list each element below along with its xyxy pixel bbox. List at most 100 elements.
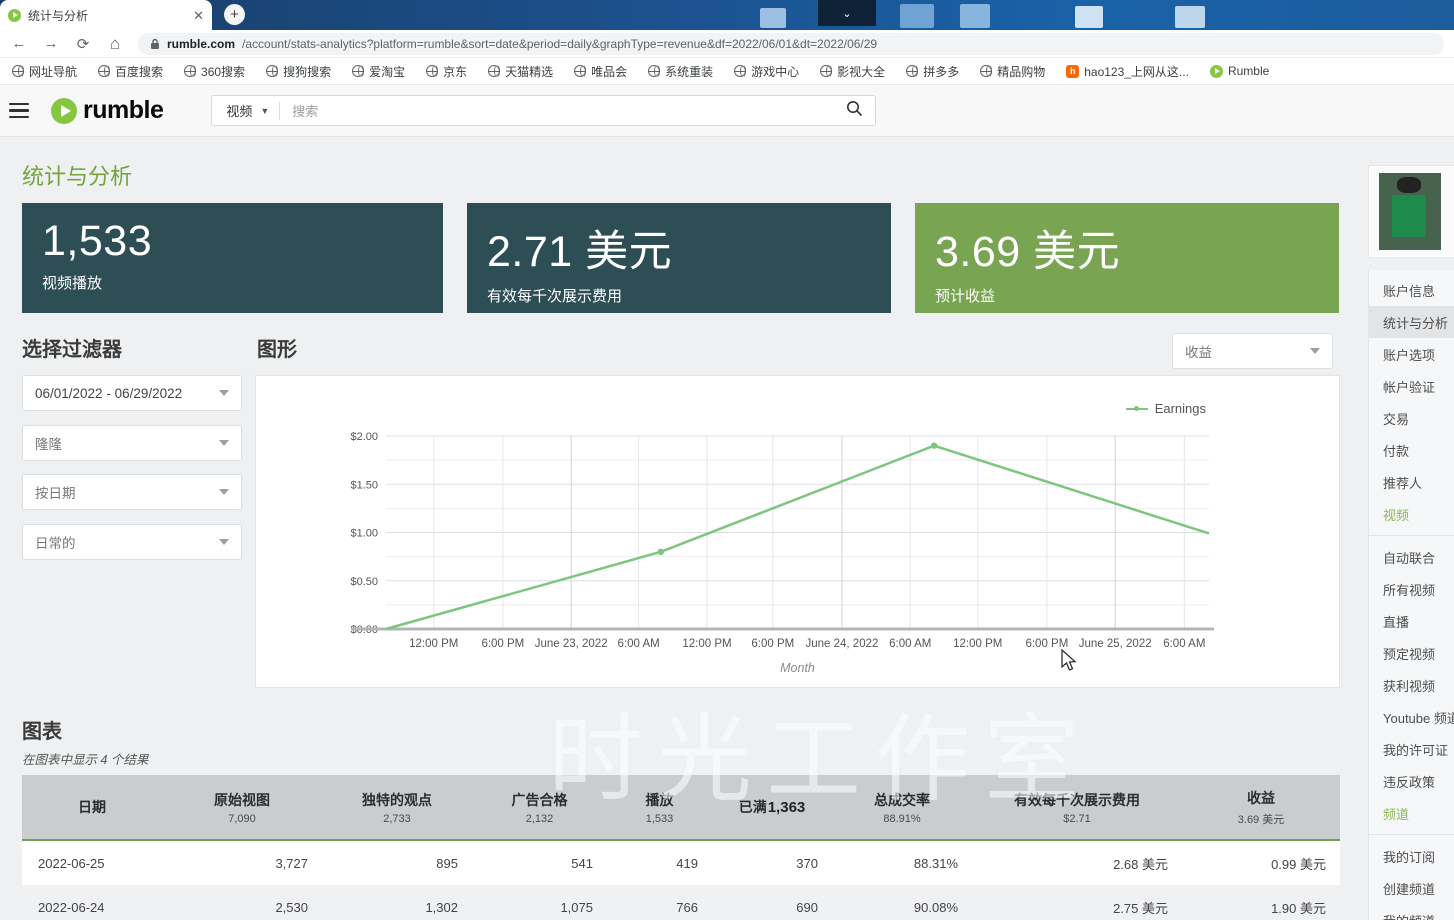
stat-label: 有效每千次展示费用 (487, 285, 871, 306)
table-cell: 3,727 (162, 841, 322, 885)
bookmark-label: 精品购物 (997, 63, 1045, 80)
hamburger-menu-icon[interactable] (9, 103, 29, 119)
svg-text:6:00 AM: 6:00 AM (889, 638, 931, 650)
chart-legend: Earnings (1126, 401, 1206, 416)
rumble-icon (1210, 65, 1223, 78)
sidebar-item[interactable]: 创建频道 (1369, 872, 1454, 904)
bookmark-item[interactable]: hhao123_上网从这... (1066, 63, 1189, 80)
rumble-logo[interactable]: rumble (51, 96, 163, 125)
stat-card: 3.69 美元预计收益 (915, 203, 1339, 313)
search-input[interactable]: 搜索 (280, 101, 846, 120)
bookmark-item[interactable]: 爱淘宝 (352, 63, 405, 80)
url-path: /account/stats-analytics?platform=rumble… (242, 37, 877, 51)
sidebar-item[interactable]: 帐户验证 (1369, 370, 1454, 402)
sort-dropdown[interactable]: 按日期 (22, 474, 242, 510)
column-header[interactable]: 独特的观点2,733 (322, 775, 472, 839)
sidebar-item[interactable]: 预定视频 (1369, 637, 1454, 669)
column-header[interactable]: 播放1,533 (607, 775, 712, 839)
overlay-panel[interactable]: ⌄ (818, 0, 876, 26)
bookmark-item[interactable]: 天猫精选 (488, 63, 553, 80)
home-icon[interactable]: ⌂ (106, 34, 124, 54)
svg-text:June 25, 2022: June 25, 2022 (1079, 638, 1152, 650)
sidebar-divider (1369, 834, 1454, 835)
bookmark-item[interactable]: 游戏中心 (734, 63, 799, 80)
globe-icon (648, 65, 660, 77)
stat-value: 1,533 (42, 217, 423, 266)
bookmark-item[interactable]: 系统重装 (648, 63, 713, 80)
legend-label: Earnings (1155, 401, 1206, 416)
chevron-down-icon (219, 489, 229, 495)
sidebar-item[interactable]: 视频 (1369, 498, 1454, 530)
search-icon[interactable] (846, 100, 863, 122)
column-total: 1,533 (646, 813, 674, 825)
bookmark-item[interactable]: 360搜索 (184, 63, 245, 80)
bookmark-item[interactable]: 百度搜索 (98, 63, 163, 80)
sidebar-item[interactable]: 我的订阅 (1369, 840, 1454, 872)
sidebar-item[interactable]: 所有视频 (1369, 573, 1454, 605)
bookmark-item[interactable]: 影视大全 (820, 63, 885, 80)
column-header[interactable]: 原始视图7,090 (162, 775, 322, 839)
wallpaper-block (760, 8, 786, 28)
metric-dropdown[interactable]: 收益 (1172, 333, 1333, 369)
bookmark-item[interactable]: 搜狗搜索 (266, 63, 331, 80)
sidebar-item[interactable]: 交易 (1369, 402, 1454, 434)
profile-card[interactable] (1368, 165, 1454, 258)
tab-close-icon[interactable]: ✕ (193, 9, 204, 22)
back-icon[interactable]: ← (10, 35, 28, 52)
column-header[interactable]: 广告合格2,132 (472, 775, 607, 839)
sidebar-item[interactable]: 统计与分析 (1369, 306, 1454, 338)
search-category-select[interactable]: 视频 (212, 101, 260, 120)
sidebar-item[interactable]: 频道 (1369, 797, 1454, 829)
sidebar-item[interactable]: 账户选项 (1369, 338, 1454, 370)
svg-text:June 23, 2022: June 23, 2022 (535, 638, 608, 650)
sidebar-item[interactable]: Youtube 频道 (1369, 701, 1454, 733)
forward-icon[interactable]: → (42, 35, 60, 52)
column-header[interactable]: 总成交率88.91% (832, 775, 972, 839)
sidebar-item[interactable]: 获利视频 (1369, 669, 1454, 701)
bookmark-item[interactable]: Rumble (1210, 64, 1269, 78)
sidebar-item[interactable]: 账户信息 (1369, 274, 1454, 306)
url-bar[interactable]: rumble.com/account/stats-analytics?platf… (138, 33, 1444, 55)
bookmark-label: 爱淘宝 (369, 63, 405, 80)
search-bar[interactable]: 视频 ▼ 搜索 (211, 95, 876, 126)
bookmark-item[interactable]: 京东 (426, 63, 467, 80)
column-name: 广告合格 (512, 790, 568, 810)
svg-text:$1.00: $1.00 (350, 528, 378, 540)
sidebar-item[interactable]: 我的许可证 (1369, 733, 1454, 765)
sidebar-item[interactable]: 直播 (1369, 605, 1454, 637)
sidebar-item[interactable]: 违反政策 (1369, 765, 1454, 797)
bookmark-label: 360搜索 (201, 63, 245, 80)
lock-icon (150, 38, 160, 50)
wallpaper-block (1075, 6, 1103, 28)
table-row[interactable]: 2022-06-242,5301,3021,07576669090.08%2.7… (22, 885, 1340, 920)
bookmark-item[interactable]: 拼多多 (906, 63, 959, 80)
column-header[interactable]: 收益3.69 美元 (1182, 775, 1340, 839)
bookmark-item[interactable]: 网址导航 (12, 63, 77, 80)
wallpaper-block (900, 4, 934, 28)
table-heading: 图表 (22, 715, 62, 744)
wallpaper-block (960, 4, 990, 28)
column-header[interactable]: 日期 (22, 775, 162, 839)
svg-text:6:00 PM: 6:00 PM (751, 638, 794, 650)
sidebar-item[interactable]: 我的频道 (1369, 904, 1454, 920)
column-header[interactable]: 有效每千次展示费用$2.71 (972, 775, 1182, 839)
platform-dropdown[interactable]: 隆隆 (22, 425, 242, 461)
date-range-dropdown[interactable]: 06/01/2022 - 06/29/2022 (22, 375, 242, 411)
period-dropdown[interactable]: 日常的 (22, 524, 242, 560)
browser-tab[interactable]: 统计与分析 ✕ (0, 0, 212, 30)
bookmark-label: 拼多多 (923, 63, 959, 80)
rumble-favicon (8, 9, 21, 22)
bookmark-item[interactable]: 精品购物 (980, 63, 1045, 80)
date-range-value: 06/01/2022 - 06/29/2022 (35, 386, 182, 401)
column-name: 独特的观点 (362, 790, 432, 810)
bookmark-item[interactable]: 唯品会 (574, 63, 627, 80)
column-header[interactable]: 已满1,363 (712, 775, 832, 839)
sidebar-item[interactable]: 自动联合 (1369, 541, 1454, 573)
sidebar-item[interactable]: 付款 (1369, 434, 1454, 466)
sidebar-item[interactable]: 推荐人 (1369, 466, 1454, 498)
table-cell: 895 (322, 841, 472, 885)
refresh-icon[interactable]: ⟳ (74, 35, 92, 53)
table-row[interactable]: 2022-06-253,72789554141937088.31%2.68 美元… (22, 841, 1340, 885)
hao123-icon: h (1066, 65, 1079, 78)
new-tab-button[interactable]: + (224, 4, 245, 25)
